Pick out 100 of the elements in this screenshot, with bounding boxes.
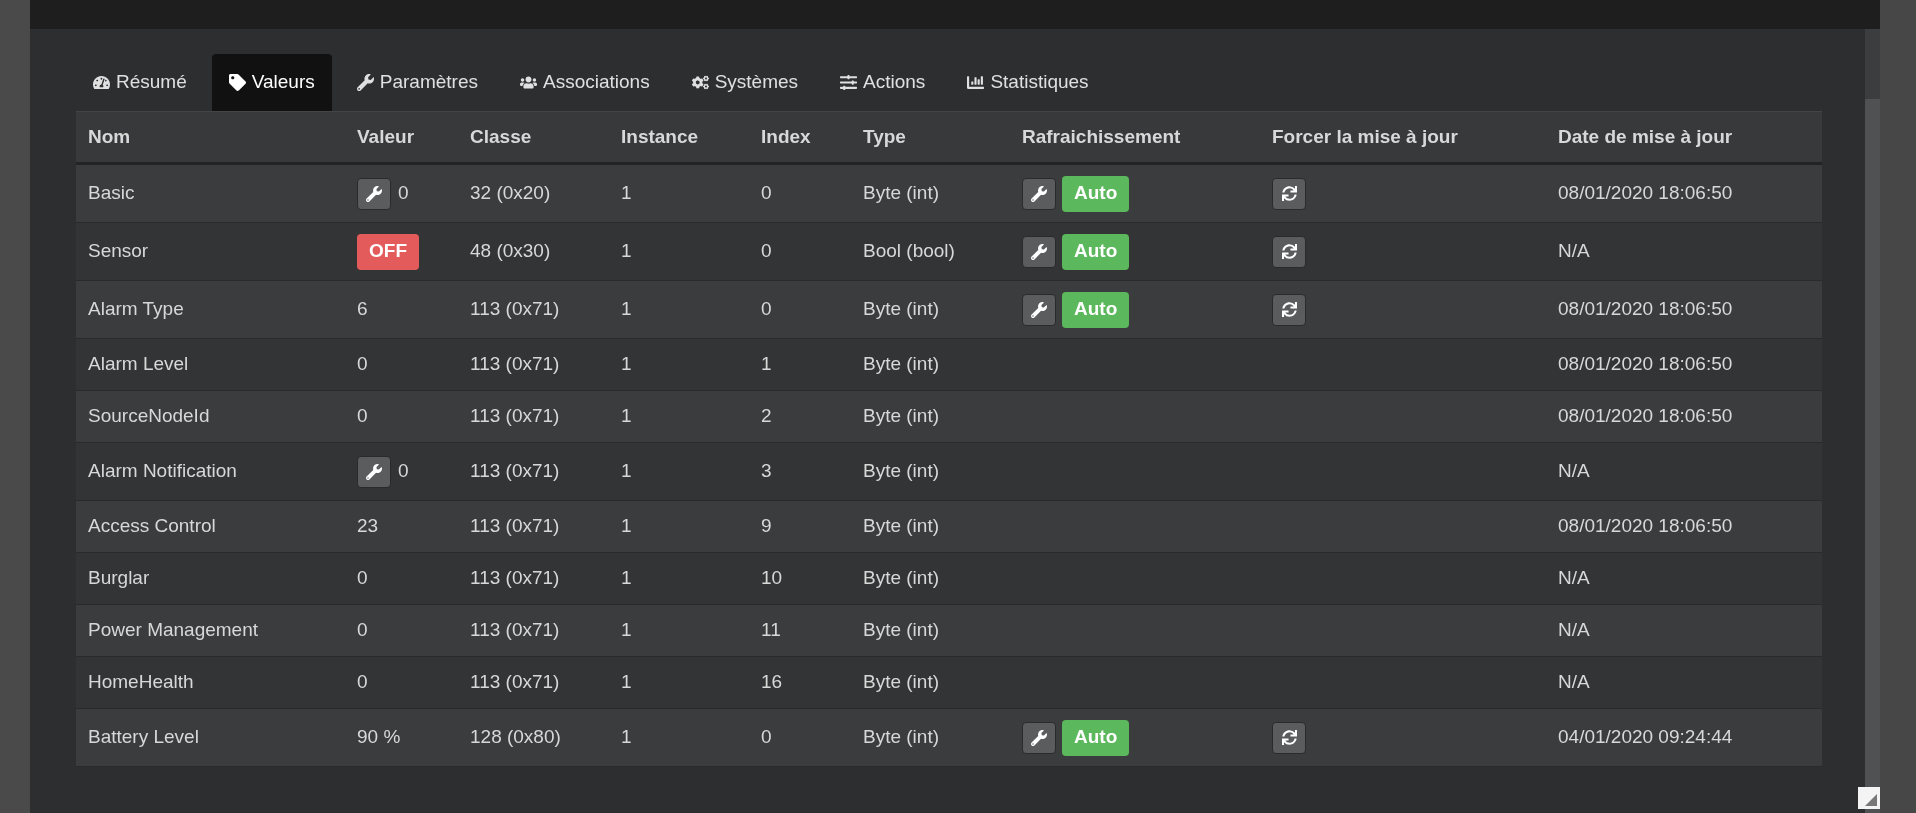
table-cell: N/A (1558, 567, 1590, 589)
table-cell: Byte (int) (863, 726, 940, 748)
table-cell: HomeHealth (88, 671, 194, 693)
table-cell: Burglar (88, 567, 150, 589)
refresh-icon (1281, 244, 1297, 259)
table-cell: 1 (621, 460, 632, 482)
value-text: 0 (357, 353, 368, 375)
table-cell: Battery Level (88, 726, 199, 748)
table-cell: 1 (621, 182, 632, 204)
tab[interactable]: Systèmes (674, 54, 816, 111)
table-cell: Byte (int) (863, 460, 940, 482)
edit-button[interactable] (1022, 293, 1056, 326)
table-cell: 113 (0x71) (470, 460, 560, 482)
table-cell: Alarm Level (88, 353, 189, 375)
scrollbar[interactable] (1865, 29, 1880, 813)
value-text: 0 (357, 671, 368, 693)
column-header: Type (863, 125, 906, 147)
table-cell: 9 (761, 515, 772, 537)
tab[interactable]: Associations (502, 54, 667, 111)
column-header: Date de mise à jour (1558, 125, 1733, 147)
table-cell: 1 (621, 298, 632, 320)
table-cell: 1 (621, 240, 632, 262)
value-text: 0 (398, 459, 409, 484)
table-cell: 08/01/2020 18:06:50 (1558, 298, 1733, 320)
wrench-icon (1031, 185, 1047, 202)
table-cell: Basic (88, 182, 135, 204)
column-header: Forcer la mise à jour (1272, 125, 1458, 147)
table-cell: Power Management (88, 619, 259, 641)
table-cell: 0 (761, 726, 772, 748)
tag-icon (228, 74, 246, 91)
table-cell: 1 (621, 726, 632, 748)
table-cell: N/A (1558, 240, 1590, 262)
tab[interactable]: Paramètres (339, 54, 495, 111)
table-cell: Access Control (88, 515, 216, 537)
table-cell: Byte (int) (863, 353, 940, 375)
table-cell: N/A (1558, 671, 1590, 693)
column-header: Classe (470, 125, 532, 147)
table-cell: 113 (0x71) (470, 405, 560, 427)
table-cell: 0 (761, 240, 772, 262)
table-cell: 1 (761, 353, 772, 375)
table-cell: N/A (1558, 619, 1590, 641)
table-cell: N/A (1558, 460, 1590, 482)
wrench-icon (1031, 301, 1047, 318)
refresh-button[interactable] (1272, 721, 1306, 754)
table-cell: 11 (761, 619, 781, 641)
table-cell: Byte (int) (863, 515, 940, 537)
bar-chart-icon (967, 74, 985, 91)
value-text: 6 (357, 298, 368, 320)
table-cell: Sensor (88, 240, 149, 262)
edit-button[interactable] (1022, 177, 1056, 210)
table-cell: Byte (int) (863, 619, 940, 641)
refresh-icon (1281, 186, 1297, 201)
table-cell: Byte (int) (863, 405, 940, 427)
table-cell: 08/01/2020 18:06:50 (1558, 515, 1733, 537)
column-header: Instance (621, 125, 699, 147)
table-cell: 1 (621, 515, 632, 537)
refresh-button[interactable] (1272, 177, 1306, 210)
table-cell: 1 (621, 619, 632, 641)
refresh-icon (1281, 302, 1297, 317)
users-icon (519, 74, 537, 91)
edit-button[interactable] (357, 455, 391, 488)
wrench-icon (1031, 729, 1047, 746)
column-header: Valeur (357, 125, 415, 147)
table-cell: 1 (621, 405, 632, 427)
table-cell: 16 (761, 671, 783, 693)
wrench-icon (1031, 243, 1047, 260)
refresh-button[interactable] (1272, 293, 1306, 326)
table-cell: SourceNodeId (88, 405, 210, 427)
value-text: 23 (357, 515, 379, 537)
edit-button[interactable] (1022, 235, 1056, 268)
table-cell: 0 (761, 298, 772, 320)
column-header: Index (761, 125, 811, 147)
refresh-icon (1281, 730, 1297, 745)
tab[interactable]: Résumé (76, 54, 204, 111)
table-cell: 113 (0x71) (470, 515, 560, 537)
table-cell: 2 (761, 405, 772, 427)
tab[interactable]: Valeurs (211, 54, 332, 111)
tab[interactable]: Actions (823, 54, 943, 111)
resize-handle-icon[interactable] (1858, 787, 1880, 809)
table-cell: Alarm Type (88, 298, 184, 320)
table-cell: 1 (621, 567, 632, 589)
table-cell: 1 (621, 353, 632, 375)
edit-button[interactable] (357, 177, 391, 210)
value-text: 0 (357, 405, 368, 427)
table-cell: 08/01/2020 18:06:50 (1558, 182, 1733, 204)
column-header: Nom (88, 125, 131, 147)
value-text: 0 (357, 567, 368, 589)
table-cell: 32 (0x20) (470, 182, 551, 204)
table-cell: Bool (bool) (863, 240, 955, 262)
edit-button[interactable] (1022, 721, 1056, 754)
table-cell: 08/01/2020 18:06:50 (1558, 405, 1733, 427)
tab[interactable]: Statistiques (950, 54, 1106, 111)
refresh-button[interactable] (1272, 235, 1306, 268)
value-text: 0 (398, 181, 409, 206)
toggle-button[interactable]: OFF (357, 233, 419, 270)
gauge-icon (93, 74, 110, 91)
value-text: 90 % (357, 726, 401, 748)
wrench-icon (366, 463, 382, 480)
table-cell: 3 (761, 460, 772, 482)
table-cell: Byte (int) (863, 671, 940, 693)
